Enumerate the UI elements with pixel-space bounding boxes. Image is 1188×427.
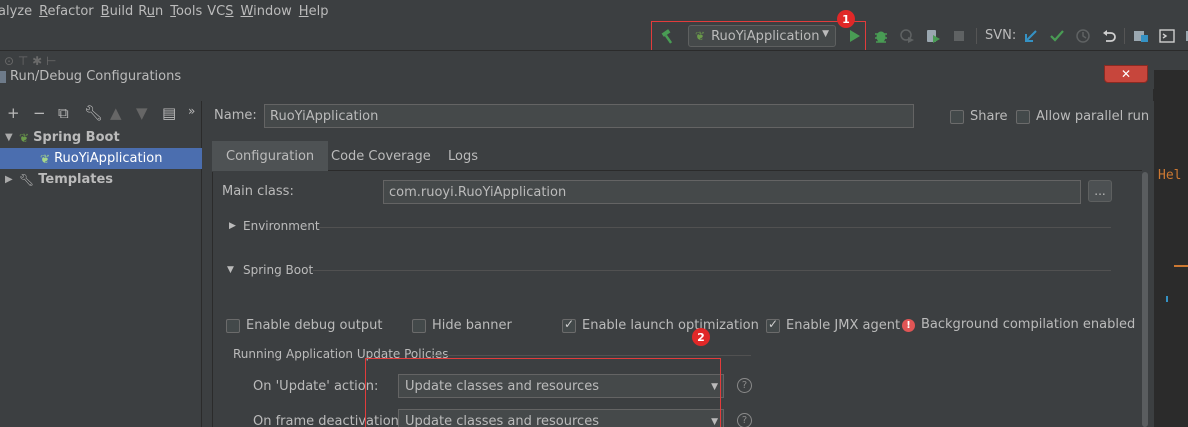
menu-analyze[interactable]: alyze: [0, 4, 39, 19]
add-icon[interactable]: +: [7, 104, 20, 122]
annotation-badge-2: 2: [692, 328, 710, 346]
menu-window[interactable]: Window: [241, 4, 299, 19]
copy-icon[interactable]: ⧉: [58, 104, 69, 122]
history-icon[interactable]: [1073, 26, 1093, 46]
share-label: Share: [970, 109, 1008, 124]
menu-bar: alyze Refactor Build Run Tools VCS Windo…: [0, 0, 1188, 22]
menu-help[interactable]: Help: [299, 4, 336, 19]
spring-boot-icon: ❦: [19, 130, 30, 145]
coverage-icon[interactable]: [897, 26, 917, 46]
enable-launch-optimization-checkbox[interactable]: [562, 317, 576, 333]
tree-toolbar: + − ⧉ 🔧︎ ▲ ▼ ▤ »: [0, 101, 202, 127]
enable-launch-optimization-label: Enable launch optimization: [582, 318, 759, 333]
section-divider: [313, 270, 1111, 271]
environment-section-label[interactable]: Environment: [243, 219, 320, 233]
on-update-label: On 'Update' action:: [253, 379, 379, 394]
spring-boot-section-label[interactable]: Spring Boot: [243, 263, 313, 277]
remove-icon[interactable]: −: [33, 104, 46, 122]
stop-icon[interactable]: [949, 26, 969, 46]
hide-banner-label: Hide banner: [432, 318, 512, 333]
tab-logs[interactable]: Logs: [434, 141, 492, 171]
svn-label: SVN:: [985, 28, 1017, 43]
profile-icon[interactable]: [923, 26, 943, 46]
name-label: Name:: [214, 108, 257, 123]
expand-right-icon[interactable]: ▶: [229, 221, 236, 231]
enable-jmx-agent-label: Enable JMX agent: [786, 318, 901, 333]
tree-item-ruoyiapplication[interactable]: ❦ RuoYiApplication: [0, 148, 202, 169]
name-input[interactable]: RuoYiApplication: [264, 104, 914, 128]
dialog-app-icon: [0, 71, 6, 83]
background-compilation-label: Background compilation enabled: [921, 317, 1136, 332]
allow-parallel-run-checkbox[interactable]: [1016, 110, 1030, 124]
menu-run[interactable]: Run: [138, 4, 170, 19]
move-up-icon[interactable]: ▲: [110, 104, 122, 122]
menu-vcs[interactable]: VCS: [207, 4, 240, 19]
help-icon[interactable]: ?: [737, 413, 752, 427]
menu-tools[interactable]: Tools: [170, 4, 209, 19]
svn-update-icon[interactable]: [1021, 26, 1041, 46]
editor-pane: Hel: [1154, 70, 1188, 427]
form-scrollbar[interactable]: [1140, 172, 1150, 427]
warning-icon: !: [902, 319, 915, 332]
folder-add-icon[interactable]: ▤: [162, 104, 176, 122]
help-icon[interactable]: ?: [737, 378, 752, 393]
browse-main-class-button[interactable]: ...: [1088, 180, 1112, 202]
dialog-title-bar: Run/Debug Configurations ✕: [0, 65, 1154, 89]
configuration-content: Main class: com.ruoyi.RuoYiApplication .…: [212, 172, 1140, 427]
share-checkbox[interactable]: [950, 110, 964, 124]
tab-configuration[interactable]: Configuration: [212, 141, 329, 171]
more-icon[interactable]: »: [188, 104, 195, 118]
enable-debug-output-checkbox[interactable]: [226, 319, 240, 333]
expand-down-icon[interactable]: ▼: [5, 132, 19, 143]
tree-group-label: Spring Boot: [33, 130, 120, 145]
close-icon: ✕: [1120, 67, 1132, 81]
enable-debug-output-label: Enable debug output: [246, 318, 383, 333]
sdk-icon[interactable]: [1180, 26, 1188, 46]
section-divider: [319, 227, 1111, 228]
wrench-icon: 🔧︎: [19, 172, 35, 187]
enable-jmx-agent-checkbox[interactable]: [766, 317, 780, 333]
tree-group-label: Templates: [38, 172, 114, 187]
hide-banner-checkbox[interactable]: [412, 319, 426, 333]
allow-parallel-run-label: Allow parallel run: [1036, 109, 1150, 124]
terminal-icon[interactable]: [1157, 26, 1177, 46]
configuration-form: Name: RuoYiApplication Share Allow paral…: [202, 101, 1154, 427]
expand-right-icon[interactable]: ▶: [5, 174, 19, 185]
menu-build[interactable]: Build: [101, 4, 141, 19]
debug-icon[interactable]: [871, 26, 891, 46]
editor-caret: [1166, 296, 1168, 302]
menu-refactor[interactable]: Refactor: [39, 4, 101, 19]
wrench-icon[interactable]: 🔧︎: [84, 104, 103, 122]
main-class-label: Main class:: [222, 184, 294, 199]
tree-item-label: RuoYiApplication: [54, 151, 163, 166]
annotation-box-update-policies: [365, 358, 721, 427]
main-toolbar: ❦ RuoYiApplication ▼ SVN: 1: [0, 10, 1188, 54]
move-down-icon[interactable]: ▼: [136, 104, 148, 122]
revert-icon[interactable]: [1099, 26, 1119, 46]
close-button[interactable]: ✕: [1104, 65, 1148, 83]
editor-marker: [1174, 265, 1188, 267]
tab-code-coverage[interactable]: Code Coverage: [317, 141, 445, 171]
dialog-title: Run/Debug Configurations: [10, 69, 182, 84]
toolbar-separator: [1124, 28, 1125, 44]
annotation-badge-1: 1: [837, 10, 855, 28]
main-class-input[interactable]: com.ruoyi.RuoYiApplication: [383, 180, 1081, 204]
tree-group-spring-boot[interactable]: ▼ ❦ Spring Boot: [0, 127, 202, 148]
scrollbar-thumb[interactable]: [1142, 172, 1148, 427]
section-divider: [431, 355, 751, 356]
configuration-tree-panel: + − ⧉ 🔧︎ ▲ ▼ ▤ » ▼ ❦ Spring Boot ❦ RuoYi…: [0, 101, 202, 427]
toolbar-separator: [976, 28, 977, 44]
config-tabs: Configuration Code Coverage Logs: [212, 141, 1142, 171]
tree-group-templates[interactable]: ▶ 🔧︎ Templates: [0, 169, 202, 190]
spring-boot-icon: ❦: [40, 151, 51, 166]
expand-down-icon[interactable]: ▼: [227, 265, 234, 275]
svn-commit-icon[interactable]: [1047, 26, 1067, 46]
project-structure-icon[interactable]: [1131, 26, 1151, 46]
run-debug-dialog: Run/Debug Configurations ✕ + − ⧉ 🔧︎ ▲ ▼ …: [0, 65, 1154, 427]
editor-peek-text: Hel: [1158, 168, 1182, 183]
